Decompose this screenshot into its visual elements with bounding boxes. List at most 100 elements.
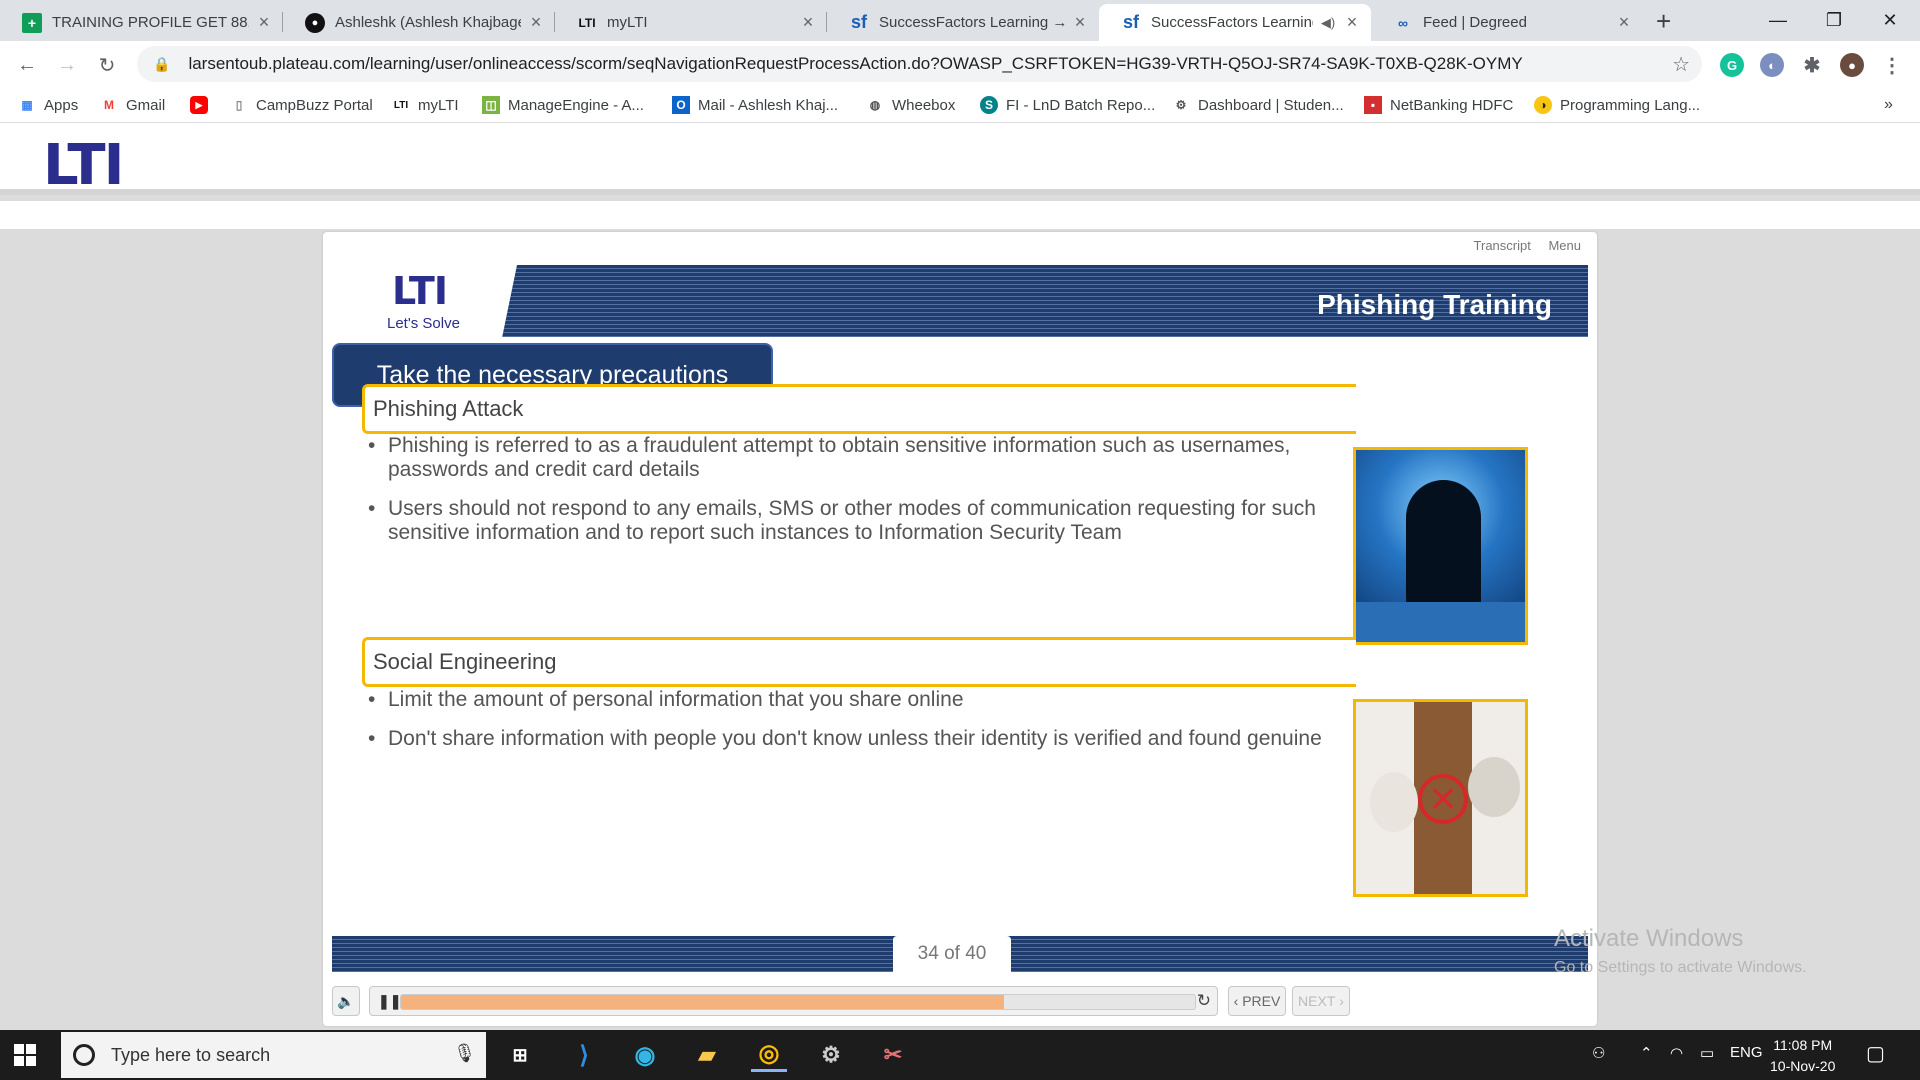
bookmark-campbuzz[interactable]: ▯ CampBuzz Portal	[230, 96, 373, 114]
browser-tab[interactable]: LTI myLTI ×	[555, 4, 827, 41]
bookmark-apps[interactable]: ▦ Apps	[18, 96, 78, 114]
header-spacer	[0, 201, 1920, 229]
lock-icon: 🔒	[153, 55, 171, 72]
activate-windows-watermark: Activate Windows Go to Settings to activ…	[1554, 925, 1807, 976]
site-header: LTI	[0, 123, 1920, 198]
reload-button[interactable]: ↻	[92, 50, 122, 80]
lti-icon: LTI	[393, 99, 409, 111]
windows-start-icon[interactable]	[14, 1044, 36, 1066]
edge-icon[interactable]: ◉	[627, 1038, 663, 1072]
extension-icon[interactable]: ◐	[1760, 53, 1784, 77]
seek-bar[interactable]: ❚❚ ↻	[369, 986, 1218, 1016]
browser-toolbar: ← → ↻ 🔒 larsentoub.plateau.com/learning/…	[0, 41, 1920, 88]
grammarly-icon[interactable]: G	[1720, 53, 1744, 77]
close-tab-icon[interactable]: ×	[1343, 12, 1361, 33]
globe-icon: ◍	[869, 98, 881, 112]
programming-icon: ◑	[1534, 96, 1552, 114]
progress-track[interactable]	[400, 994, 1196, 1010]
prev-button[interactable]: ‹ PREV	[1228, 986, 1286, 1016]
minimize-button[interactable]: —	[1750, 0, 1806, 41]
more-bookmarks-icon[interactable]: »	[1884, 96, 1893, 114]
restore-button[interactable]: ❐	[1806, 0, 1862, 41]
chevron-right-icon: ›	[1335, 993, 1344, 1009]
forward-button[interactable]: →	[52, 50, 82, 80]
notification-icon[interactable]: ▢	[1866, 1041, 1885, 1066]
browser-tab[interactable]: sf SuccessFactors Learning → Le ×	[827, 4, 1099, 41]
chevron-up-icon[interactable]: ⌃	[1640, 1044, 1653, 1062]
bookmark-wheebox[interactable]: ◍ Wheebox	[866, 96, 956, 114]
bookmark-dashboard[interactable]: ⚙ Dashboard | Studen...	[1172, 96, 1344, 114]
bookmark-lnd-batch[interactable]: S FI - LnD Batch Repo...	[980, 96, 1155, 114]
close-tab-icon[interactable]: ×	[799, 12, 817, 33]
address-bar[interactable]: 🔒 larsentoub.plateau.com/learning/user/o…	[137, 46, 1702, 82]
apps-grid-icon: ▦	[21, 98, 33, 112]
section-label-phishing-attack: Phishing Attack	[362, 384, 1356, 434]
cortana-icon	[73, 1044, 95, 1066]
new-tab-button[interactable]: +	[1656, 6, 1671, 37]
replay-icon[interactable]: ↻	[1197, 991, 1211, 1011]
browser-tab[interactable]: ● Ashleshk (Ashlesh Khajbage) ×	[283, 4, 555, 41]
speaker-icon[interactable]: ◀)	[1319, 15, 1337, 31]
sharepoint-icon: S	[980, 96, 998, 114]
close-tab-icon[interactable]: ×	[1615, 12, 1633, 33]
sf-icon: sf	[850, 12, 867, 32]
gmail-icon: M	[104, 98, 114, 112]
bookmark-netbanking[interactable]: ▪ NetBanking HDFC	[1364, 96, 1513, 114]
bookmark-mylti[interactable]: LTI myLTI	[392, 96, 459, 114]
close-tab-icon[interactable]: ×	[527, 12, 545, 33]
hdfc-icon: ▪	[1364, 96, 1382, 114]
section-label-social-engineering: Social Engineering	[362, 637, 1356, 687]
pause-icon[interactable]: ❚❚	[378, 993, 401, 1010]
avatar[interactable]: ●	[1840, 53, 1864, 77]
url-text: larsentoub.plateau.com/learning/user/onl…	[188, 54, 1523, 73]
battery-icon[interactable]: ▭	[1700, 1044, 1714, 1062]
hacker-image	[1353, 447, 1528, 645]
browser-tab-active[interactable]: sf SuccessFactors Learning ◀) ×	[1099, 4, 1371, 41]
close-tab-icon[interactable]: ×	[1071, 12, 1089, 33]
browser-tab[interactable]: + TRAINING PROFILE GET 881 - ×	[0, 4, 283, 41]
close-tab-icon[interactable]: ×	[255, 12, 273, 33]
volume-button[interactable]: 🔈	[332, 986, 360, 1016]
transcript-link[interactable]: Transcript	[1474, 238, 1531, 253]
social-engineering-image: ×	[1353, 699, 1528, 897]
bookmark-youtube[interactable]: ▶	[190, 96, 216, 114]
page-indicator: 34 of 40	[893, 936, 1011, 972]
people-icon[interactable]: ⚇	[1592, 1044, 1605, 1062]
tab-strip: + TRAINING PROFILE GET 881 - × ● Ashlesh…	[0, 0, 1920, 41]
manageengine-icon: ◫	[482, 96, 500, 114]
outlook-icon: O	[672, 96, 690, 114]
wifi-icon[interactable]: ◠	[1670, 1044, 1683, 1062]
bookmark-manageengine[interactable]: ◫ ManageEngine - A...	[482, 96, 644, 114]
progress-fill	[401, 995, 1005, 1009]
course-player: Transcript Menu LTI Let's Solve Phishing…	[323, 232, 1597, 1026]
chrome-icon[interactable]: ◎	[751, 1038, 787, 1072]
settings-gear-icon[interactable]: ⚙	[813, 1038, 849, 1072]
bookmark-gmail[interactable]: M Gmail	[100, 96, 165, 114]
clock-time: 11:08 PM	[1773, 1037, 1833, 1053]
taskbar-search[interactable]: Type here to search 🎙	[61, 1032, 486, 1078]
language-indicator[interactable]: ENG	[1730, 1044, 1763, 1061]
snipping-tool-icon[interactable]: ✂	[875, 1038, 911, 1072]
menu-link[interactable]: Menu	[1548, 238, 1581, 253]
back-button[interactable]: ←	[12, 50, 42, 80]
site-logo[interactable]: LTI	[43, 133, 124, 198]
microphone-icon[interactable]: 🎙	[453, 1043, 476, 1064]
bookmark-mail[interactable]: O Mail - Ashlesh Khaj...	[672, 96, 838, 114]
page-icon: ▯	[235, 98, 243, 112]
next-button[interactable]: NEXT ›	[1292, 986, 1350, 1016]
vscode-icon[interactable]: ⟩	[566, 1038, 602, 1072]
degreed-icon: ∞	[1398, 14, 1408, 31]
list-item: Don't share information with people you …	[368, 727, 1328, 751]
task-view-icon[interactable]: ⊞	[502, 1038, 538, 1072]
system-clock[interactable]: 11:08 PM 10-Nov-20	[1770, 1035, 1835, 1077]
sf-icon: sf	[1122, 12, 1139, 32]
list-item: Phishing is referred to as a fraudulent …	[368, 434, 1328, 482]
dashboard-icon: ⚙	[1175, 98, 1187, 112]
browser-tab[interactable]: ∞ Feed | Degreed ×	[1371, 4, 1643, 41]
bookmark-star-icon[interactable]: ☆	[1672, 52, 1690, 77]
bookmark-programming[interactable]: ◑ Programming Lang...	[1534, 96, 1700, 114]
more-options-icon[interactable]: ⋮	[1880, 53, 1904, 77]
puzzle-icon[interactable]: ✱	[1800, 53, 1824, 77]
close-window-button[interactable]: ✕	[1862, 0, 1918, 41]
file-explorer-icon[interactable]: ▰	[689, 1038, 725, 1072]
